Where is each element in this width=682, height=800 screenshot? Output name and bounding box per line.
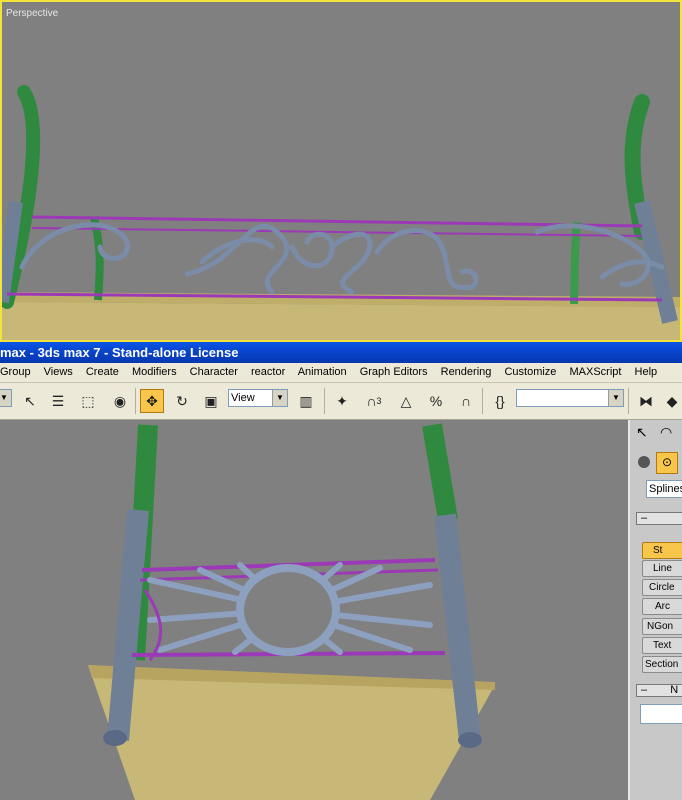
category-dropdown[interactable]: Splines	[646, 480, 682, 498]
snap-icon[interactable]: ∩ 3	[362, 389, 386, 413]
sunburst-ring	[236, 564, 340, 656]
chevron-down-icon: ▼	[0, 390, 11, 406]
select-by-name-icon[interactable]: ☰	[46, 389, 70, 413]
menu-create[interactable]: Create	[86, 366, 119, 378]
menu-character[interactable]: Character	[190, 366, 238, 378]
shapes-icon[interactable]: ⊙	[656, 452, 678, 474]
mirror-icon[interactable]: ⧓	[634, 389, 658, 413]
viewport-perspective[interactable]: Perspective	[0, 0, 682, 342]
railing-front-render	[2, 85, 680, 340]
reference-coordinate-dropdown[interactable]: View ▼	[228, 389, 288, 407]
menu-graph-editors[interactable]: Graph Editors	[360, 366, 428, 378]
object-name-input[interactable]	[640, 704, 682, 724]
menu-reactor[interactable]: reactor	[251, 366, 285, 378]
menu-animation[interactable]: Animation	[298, 366, 347, 378]
window-title-bar[interactable]: max - 3ds max 7 - Stand-alone License	[0, 342, 682, 363]
floor-slab	[2, 302, 680, 340]
pivot-icon[interactable]: ▥	[294, 389, 318, 413]
menu-maxscript[interactable]: MAXScript	[569, 366, 621, 378]
chevron-down-icon: ▼	[608, 390, 623, 406]
percent-snap-icon[interactable]: %	[424, 389, 448, 413]
menu-bar: Group Views Create Modifiers Character r…	[0, 363, 682, 383]
window-title: max - 3ds max 7 - Stand-alone License	[0, 345, 239, 360]
angle-snap-icon[interactable]: △	[394, 389, 418, 413]
modify-tab-icon[interactable]: ◠	[660, 424, 672, 441]
object-type-rollout[interactable]: –	[636, 512, 682, 525]
line-button[interactable]: Line	[642, 560, 682, 577]
menu-views[interactable]: Views	[44, 366, 73, 378]
manipulate-icon[interactable]: ✦	[330, 389, 354, 413]
section-button[interactable]: Section	[642, 656, 682, 673]
pole-left-cap	[103, 730, 127, 746]
text-button[interactable]: Text	[642, 637, 682, 654]
menu-group[interactable]: Group	[0, 366, 31, 378]
menu-help[interactable]: Help	[635, 366, 658, 378]
rotate-icon[interactable]: ↻	[170, 389, 194, 413]
create-tab-icon[interactable]: ↖	[636, 424, 648, 441]
window-crossing-icon[interactable]: ◉	[108, 389, 132, 413]
chevron-down-icon: ▼	[272, 390, 287, 406]
railing-side-render	[88, 423, 495, 800]
ngon-button[interactable]: NGon	[642, 618, 682, 635]
menu-modifiers[interactable]: Modifiers	[132, 366, 177, 378]
align-icon[interactable]: ◆	[662, 389, 682, 413]
scale-icon[interactable]: ▣	[199, 389, 223, 413]
selection-filter-dropdown[interactable]: ▼	[0, 389, 12, 407]
geometry-icon[interactable]	[638, 456, 650, 468]
rail-top-1	[31, 215, 643, 228]
named-selection-dropdown[interactable]: ▼	[516, 389, 624, 407]
region-select-icon[interactable]: ⬚	[76, 389, 100, 413]
start-new-shape-button[interactable]: St	[642, 542, 682, 559]
menu-customize[interactable]: Customize	[504, 366, 556, 378]
arc-button[interactable]: Arc	[642, 598, 682, 615]
spinner-snap-icon[interactable]: ∩	[454, 389, 478, 413]
reference-coordinate-value: View	[231, 392, 255, 404]
main-toolbar: ▼ ↖ ☰ ⬚ ◉ ✥ ↻ ▣ View ▼ ▥ ✦ ∩ 3 △ % ∩ {} ▼…	[0, 383, 682, 420]
edit-named-selection-icon[interactable]: {}	[488, 389, 512, 413]
menu-rendering[interactable]: Rendering	[441, 366, 492, 378]
circle-button[interactable]: Circle	[642, 579, 682, 596]
move-icon[interactable]: ✥	[140, 389, 164, 413]
name-color-rollout[interactable]: – N	[636, 684, 682, 697]
pole-right-top	[422, 423, 458, 522]
viewport-side[interactable]	[0, 420, 628, 800]
select-icon[interactable]: ↖	[18, 389, 42, 413]
command-panel: ↖ ◠ ⊙ Splines – St Line Circle Arc NGon …	[628, 420, 682, 800]
pole-right-cap	[458, 732, 482, 748]
